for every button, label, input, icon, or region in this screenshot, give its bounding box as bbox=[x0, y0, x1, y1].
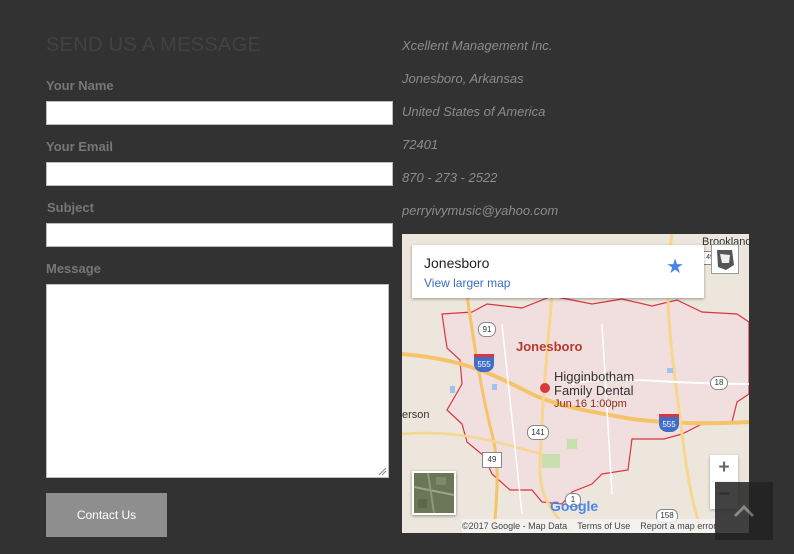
scroll-to-top-button[interactable] bbox=[715, 482, 773, 540]
map-poi-line1: Higginbotham bbox=[554, 369, 635, 384]
interstate-555-shield: 555 bbox=[474, 354, 494, 372]
google-map[interactable]: Jonesboro Higginbotham Family Dental Jun… bbox=[402, 234, 749, 533]
route-18-shield: 18 bbox=[710, 376, 728, 390]
subject-label: Subject bbox=[47, 200, 94, 215]
map-poi-line2: Family Dental bbox=[554, 383, 634, 398]
map-poi-name[interactable]: Higginbotham Family Dental bbox=[554, 370, 634, 398]
contact-us-button[interactable]: Contact Us bbox=[46, 493, 167, 537]
route-141-shield: 141 bbox=[527, 425, 549, 440]
message-textarea[interactable] bbox=[46, 284, 389, 478]
zoom-in-button[interactable]: + bbox=[710, 455, 738, 482]
city-state: Jonesboro, Arkansas bbox=[402, 71, 524, 86]
email-address: perryivymusic@yahoo.com bbox=[402, 203, 559, 218]
message-label: Message bbox=[46, 261, 101, 276]
place-info-card: Jonesboro View larger map ★ bbox=[412, 245, 704, 298]
place-title: Jonesboro bbox=[424, 255, 490, 271]
route-91-shield: 91 bbox=[478, 322, 496, 337]
email-input[interactable] bbox=[46, 162, 393, 186]
poi-pin-icon[interactable] bbox=[540, 383, 550, 393]
subject-input[interactable] bbox=[46, 223, 393, 247]
name-label: Your Name bbox=[46, 78, 114, 93]
name-input[interactable] bbox=[46, 101, 393, 125]
view-larger-map-link[interactable]: View larger map bbox=[424, 276, 510, 290]
route-49-shield: 49 bbox=[482, 452, 502, 468]
map-terms-link[interactable]: Terms of Use bbox=[577, 521, 630, 531]
country: United States of America bbox=[402, 104, 546, 119]
email-label: Your Email bbox=[46, 139, 113, 154]
interstate-555-shield-east: 555 bbox=[659, 414, 679, 432]
pegman-icon bbox=[717, 250, 734, 270]
map-place-left: erson bbox=[402, 409, 430, 421]
google-logo: Google bbox=[550, 498, 599, 514]
chevron-up-icon bbox=[733, 504, 755, 518]
streetview-thumbnail[interactable] bbox=[711, 244, 739, 274]
map-copyright: ©2017 Google - Map Data bbox=[462, 521, 568, 531]
resize-grip-icon[interactable] bbox=[378, 467, 387, 476]
map-poi-time: Jun 16 1:00pm bbox=[554, 398, 627, 410]
satellite-thumbnail-icon bbox=[414, 473, 454, 513]
map-city-label: Jonesboro bbox=[516, 339, 583, 354]
form-title: SEND US A MESSAGE bbox=[46, 34, 262, 56]
zip-code: 72401 bbox=[402, 137, 439, 152]
star-icon[interactable]: ★ bbox=[666, 254, 684, 279]
phone-number: 870 - 273 - 2522 bbox=[402, 170, 498, 185]
company-name: Xcellent Management Inc. bbox=[402, 38, 553, 53]
map-report-error-link[interactable]: Report a map error bbox=[640, 521, 716, 531]
map-footer: ©2017 Google - Map Data Terms of Use Rep… bbox=[462, 519, 749, 533]
satellite-view-toggle[interactable] bbox=[412, 471, 456, 515]
